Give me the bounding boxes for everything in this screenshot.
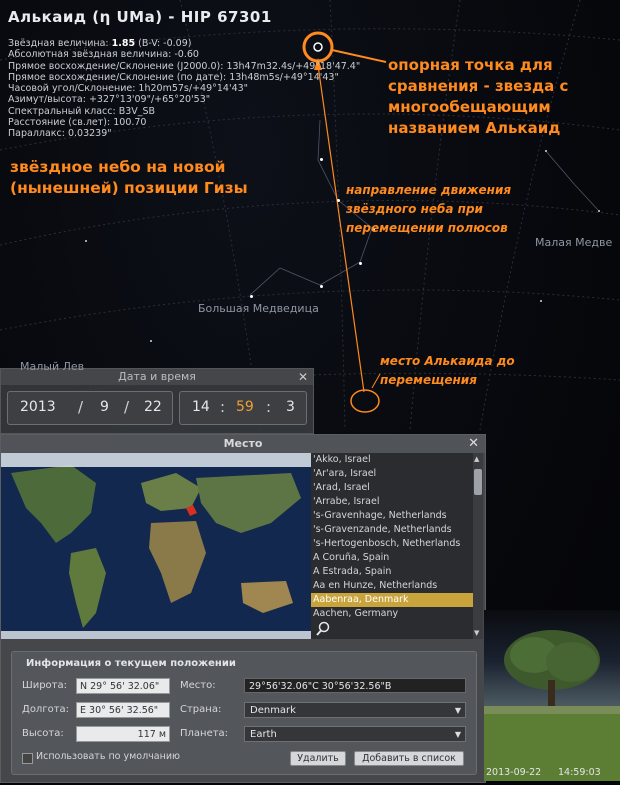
list-item[interactable]: A Coruña, Spain [311, 551, 473, 565]
former-position-marker [350, 389, 380, 413]
status-bar: 2013-09-22 14:59:03 [484, 766, 620, 781]
location-window-title: Место [1, 435, 485, 453]
altitude-label: Высота: [22, 728, 64, 739]
location-list[interactable]: 'Akko, Israel 'Ar'ara, Israel 'Arad, Isr… [311, 453, 473, 639]
constellation-label-big-dipper: Большая Медведица [198, 302, 319, 315]
list-item[interactable]: A Estrada, Spain [311, 565, 473, 579]
minute-field[interactable]: 59 [236, 399, 254, 415]
place-field[interactable]: 29°56'32.06"С 30°56'32.56"В [244, 678, 466, 693]
star[interactable] [85, 240, 87, 242]
star[interactable] [320, 285, 323, 288]
longitude-input[interactable]: E 30° 56' 32.56" [76, 702, 170, 718]
latitude-label: Широта: [22, 680, 67, 691]
planet-value: Earth [250, 729, 277, 740]
date-input[interactable]: 2013 / 9 / 22 [7, 391, 173, 425]
panel-title: Информация о текущем положении [26, 658, 236, 669]
star[interactable] [359, 262, 362, 265]
status-date: 2013-09-22 [486, 767, 542, 778]
list-item[interactable]: 'Ar'ara, Israel [311, 467, 473, 481]
star[interactable] [250, 295, 253, 298]
longitude-label: Долгота: [22, 704, 70, 715]
star[interactable] [337, 199, 340, 202]
info-line: Звёздная величина: 1.85 (B-V: -0.09) [8, 38, 192, 49]
planet-label: Планета: [180, 728, 229, 739]
former-position-annotation: место Алькаида до перемещения [380, 354, 515, 387]
year-field[interactable]: 2013 [20, 399, 56, 415]
info-line: Спектральный класс: B3V_SB [8, 105, 156, 117]
use-default-label: Использовать по умолчанию [36, 751, 180, 762]
star-info-panel: Звёздная величина: 1.85 (B-V: -0.09) Абс… [8, 38, 360, 140]
info-line: Абсолютная звёздная величина: -0.60 [8, 49, 199, 61]
status-time: 14:59:03 [558, 767, 601, 778]
info-line: Прямое восхождение/Склонение (по дате): … [8, 71, 339, 83]
list-item[interactable]: 'Arrabe, Israel [311, 495, 473, 509]
star[interactable] [545, 150, 547, 152]
second-field[interactable]: 3 [286, 399, 295, 415]
star[interactable] [540, 300, 542, 302]
list-item[interactable]: 's-Hertogenbosch, Netherlands [311, 537, 473, 551]
latitude-input[interactable]: N 29° 56' 32.06" [76, 678, 170, 694]
star[interactable] [320, 158, 323, 161]
list-item[interactable]: Aachen, Germany [311, 607, 473, 621]
planet-select[interactable]: Earth ▼ [244, 726, 466, 742]
country-label: Страна: [180, 704, 222, 715]
selected-star-title: Алькаид (η UMa) - HIP 67301 [8, 8, 272, 26]
location-window: Место ✕ 'Akko, Israel 'Ar'ara, Israel 'A… [0, 434, 486, 783]
list-item[interactable]: 'Akko, Israel [311, 453, 473, 467]
scroll-up-icon[interactable]: ▲ [474, 455, 479, 463]
country-select[interactable]: Denmark ▼ [244, 702, 466, 718]
day-field[interactable]: 22 [144, 399, 162, 415]
close-icon[interactable]: ✕ [468, 436, 479, 451]
chevron-down-icon: ▼ [454, 730, 461, 739]
scrollbar-thumb[interactable] [474, 469, 482, 495]
current-location-panel: Информация о текущем положении Широта: N… [11, 651, 477, 775]
info-line: Параллакс: 0.03239" [8, 128, 112, 140]
list-item[interactable]: Aa en Hunze, Netherlands [311, 579, 473, 593]
chevron-down-icon: ▼ [454, 706, 461, 715]
star[interactable] [150, 340, 152, 342]
search-icon[interactable] [315, 621, 331, 637]
info-line: Азимут/высота: +327°13'09"/+65°20'53" [8, 94, 211, 106]
constellation-label-leo-minor: Малый Лев [20, 360, 85, 373]
use-default-checkbox[interactable] [22, 753, 33, 764]
scroll-down-icon[interactable]: ▼ [474, 629, 479, 637]
list-item-selected[interactable]: Aabenraa, Denmark [311, 593, 473, 607]
info-line: Расстояние (св.лет): 100.70 [8, 117, 147, 129]
info-line: Часовой угол/Склонение: 1h20m57s/+49°14'… [8, 83, 249, 95]
motion-direction-annotation: направление движения звёздного неба при … [346, 183, 512, 235]
star[interactable] [598, 210, 600, 212]
world-map[interactable] [1, 453, 311, 639]
delete-button[interactable]: Удалить [290, 751, 346, 766]
country-value: Denmark [250, 705, 296, 716]
reference-star-annotation: опорная точка для сравнения - звезда с м… [388, 56, 569, 137]
list-item[interactable]: 's-Gravenhage, Netherlands [311, 509, 473, 523]
time-input[interactable]: 14 : 59 : 3 [179, 391, 307, 425]
month-field[interactable]: 9 [100, 399, 109, 415]
altitude-input[interactable]: 117 м [76, 726, 170, 742]
list-item[interactable]: 's-Gravenzande, Netherlands [311, 523, 473, 537]
info-line: Прямое восхождение/Склонение (J2000.0): … [8, 60, 361, 72]
add-to-list-button[interactable]: Добавить в список [354, 751, 464, 766]
date-time-window: Дата и время ✕ 2013 / 9 / 22 14 : 59 : 3 [0, 368, 314, 434]
place-label: Место: [180, 680, 216, 691]
list-item[interactable]: 'Arad, Israel [311, 481, 473, 495]
close-icon[interactable]: ✕ [298, 370, 308, 384]
sky-position-annotation: звёздное небо на новой (нынешней) позици… [10, 158, 248, 197]
location-list-scrollbar[interactable]: ▲ ▼ [473, 453, 483, 639]
hour-field[interactable]: 14 [192, 399, 210, 415]
constellation-label-little-dipper: Малая Медве [535, 236, 613, 249]
landscape [484, 610, 620, 781]
